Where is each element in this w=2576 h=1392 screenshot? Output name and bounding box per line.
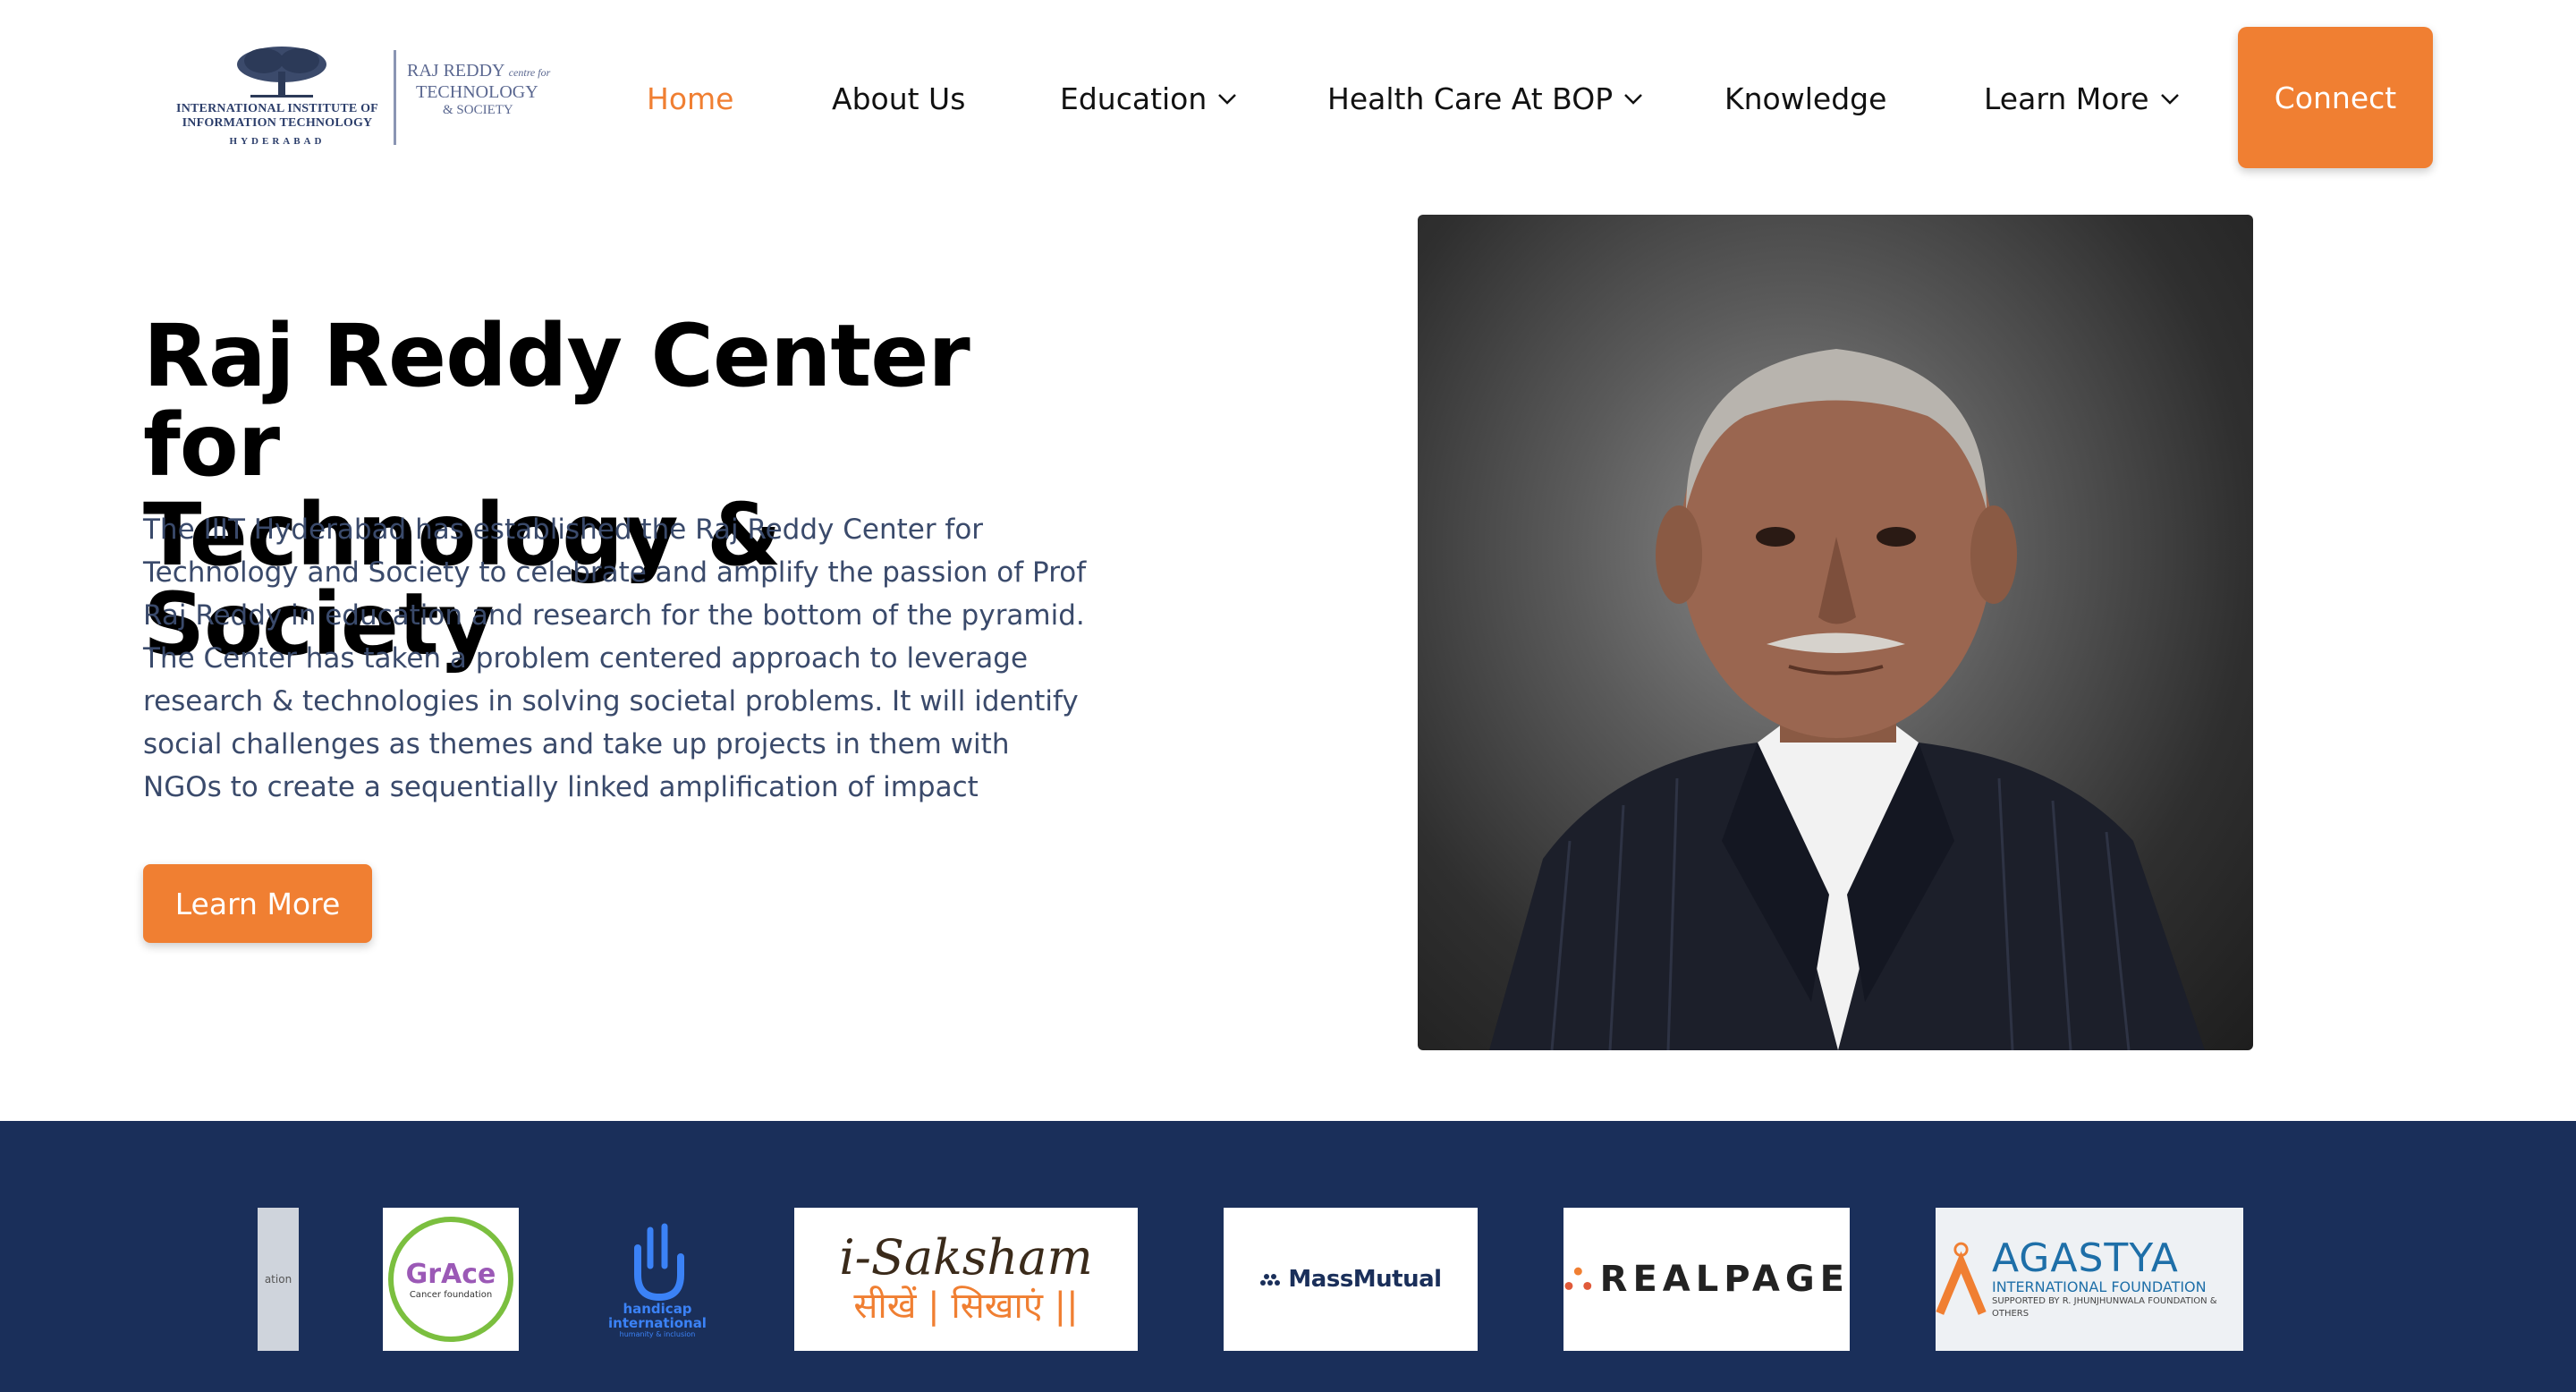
- hero-description: The IIIT Hyderabad has established the R…: [143, 514, 1087, 803]
- partner-logo-agastya[interactable]: AGASTYA INTERNATIONAL FOUNDATION SUPPORT…: [1936, 1208, 2243, 1351]
- partner-logo-handicap[interactable]: handicap international humanity & inclus…: [608, 1208, 707, 1351]
- logo-iiit-line2: INFORMATION TECHNOLOGY: [182, 116, 373, 130]
- agastya-sub: INTERNATIONAL FOUNDATION: [1991, 1278, 2207, 1295]
- logo-rr-line1: RAJ REDDY: [407, 61, 504, 81]
- partner-logo-massmutual[interactable]: MassMutual: [1224, 1208, 1478, 1351]
- agastya-text-block: AGASTYA INTERNATIONAL FOUNDATION SUPPORT…: [1992, 1238, 2243, 1320]
- chevron-down-icon: [2160, 94, 2179, 105]
- logo-iiit-line3: HYDERABAD: [229, 136, 326, 147]
- logo-rr-center: RAJ REDDY centre for TECHNOLOGY & SOCIET…: [407, 61, 595, 118]
- nav-health-care[interactable]: Health Care At BOP: [1327, 72, 1645, 125]
- nav-health-care-label: Health Care At BOP: [1327, 81, 1614, 116]
- nav-learn-more-label: Learn More: [1984, 81, 2149, 116]
- site-logo[interactable]: INTERNATIONAL INSTITUTE OF INFORMATION T…: [170, 39, 590, 156]
- logo-rr-line1-small: centre for: [508, 66, 551, 79]
- handicap-sub: humanity & inclusion: [619, 1329, 696, 1338]
- nav-education-label: Education: [1060, 81, 1208, 116]
- realpage-text: REALPAGE: [1599, 1259, 1850, 1300]
- tree-logo-icon: [237, 47, 326, 98]
- nav-knowledge-label: Knowledge: [1724, 81, 1887, 116]
- massmutual-dots-icon: [1260, 1274, 1281, 1286]
- agastya-supported: SUPPORTED BY R. JHUNJHUNWALA FOUNDATION …: [1991, 1296, 2217, 1319]
- chevron-down-icon: [1624, 94, 1642, 105]
- nav-knowledge[interactable]: Knowledge: [1724, 72, 1886, 125]
- grace-sub: Cancer foundation: [409, 1290, 493, 1300]
- partner-logo-realpage[interactable]: REALPAGE: [1563, 1208, 1850, 1351]
- saksham-bottom: सीखें | सिखाएं ||: [853, 1286, 1079, 1327]
- site-header: INTERNATIONAL INSTITUTE OF INFORMATION T…: [0, 0, 2576, 179]
- portrait-image: [1418, 215, 2253, 1050]
- grace-name: GrAce: [405, 1259, 496, 1290]
- logo-iiit-line1: INTERNATIONAL INSTITUTE OF: [176, 102, 378, 115]
- partner-logo-grace[interactable]: GrAce Cancer foundation: [383, 1208, 519, 1351]
- portrait-illustration: [1489, 349, 2205, 1050]
- logo-rr-line3: & SOCIETY: [443, 103, 513, 117]
- partner-logo-cut[interactable]: ation: [258, 1208, 299, 1351]
- connect-button[interactable]: Connect: [2238, 27, 2433, 168]
- chevron-down-icon: [1218, 94, 1237, 105]
- partner-cut-text: ation: [264, 1273, 292, 1286]
- hero-title-line1: Raj Reddy Center for: [143, 306, 970, 496]
- nav-home[interactable]: Home: [647, 72, 733, 125]
- logo-divider: [394, 50, 396, 145]
- partners-band: ation GrAce Cancer foundation handicap i…: [0, 1121, 2576, 1392]
- nav-learn-more[interactable]: Learn More: [1984, 72, 2182, 125]
- nav-about-us[interactable]: About Us: [832, 72, 965, 125]
- handicap-name: handicap international: [608, 1300, 707, 1331]
- saksham-top: i-Saksham: [839, 1229, 1093, 1286]
- massmutual-text: MassMutual: [1288, 1266, 1442, 1293]
- realpage-dots-icon: [1564, 1267, 1592, 1290]
- partner-logo-isaksham[interactable]: i-Saksham सीखें | सिखाएं ||: [794, 1208, 1138, 1351]
- grace-ring: GrAce Cancer foundation: [388, 1217, 513, 1342]
- nav-education[interactable]: Education: [1060, 72, 1239, 125]
- logo-rr-line2: TECHNOLOGY: [416, 82, 538, 102]
- agastya-name: AGASTYA: [1991, 1235, 2179, 1281]
- nav-about-us-label: About Us: [832, 81, 966, 116]
- learn-more-button[interactable]: Learn More: [143, 864, 372, 943]
- nav-home-label: Home: [647, 81, 734, 116]
- agastya-a-icon: [1936, 1242, 1987, 1315]
- hand-icon: [634, 1223, 684, 1301]
